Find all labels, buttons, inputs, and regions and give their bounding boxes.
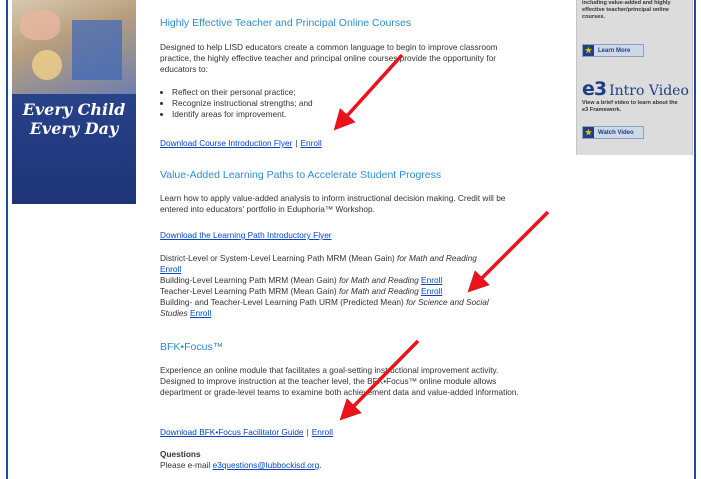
e3-intro-video-title: e3 Intro Video — [582, 78, 689, 100]
district-path-enroll-link[interactable]: Enroll — [160, 264, 181, 274]
courses-enroll-link[interactable]: Enroll — [301, 138, 322, 148]
e3-sidebar: including value-added and highly effecti… — [576, 0, 693, 155]
teacher-path-enroll-link[interactable]: Enroll — [421, 286, 442, 296]
download-course-flyer-link[interactable]: Download Course Introduction Flyer — [160, 138, 292, 148]
video-blurb: View a brief video to learn about the e3… — [582, 100, 678, 113]
e3-logo: e3 — [582, 78, 607, 100]
download-bfk-guide-link[interactable]: Download BFK•Focus Facilitator Guide — [160, 427, 304, 437]
sidebar-blurb: including value-added and highly effecti… — [582, 0, 671, 20]
link-separator: | — [306, 427, 309, 437]
questions-line: Please e-mail e3questions@lubbockisd.org… — [160, 460, 322, 470]
questions-email-link[interactable]: e3questions@lubbockisd.org — [213, 460, 320, 470]
courses-links-row: Download Course Introduction Flyer | Enrol… — [160, 138, 322, 149]
banner-line-2: Every Day — [29, 119, 119, 138]
learning-path-district: District-Level or System-Level Learning … — [160, 253, 477, 263]
watch-video-button[interactable]: ★ Watch Video — [582, 126, 644, 139]
intro-video-heading: Intro Video — [609, 83, 689, 99]
list-item: Recognize instructional strengths; and — [172, 98, 313, 109]
value-added-links-row: Download the Learning Path Introductory … — [160, 230, 332, 241]
learning-path-teacher: Teacher-Level Learning Path MRM (Mean Ga… — [160, 286, 443, 296]
list-item: Reflect on their personal practice; — [172, 87, 313, 98]
bfk-enroll-link[interactable]: Enroll — [312, 427, 333, 437]
star-icon: ★ — [583, 45, 594, 56]
courses-heading: Highly Effective Teacher and Principal O… — [160, 17, 412, 29]
download-learning-path-flyer-link[interactable]: Download the Learning Path Introductory … — [160, 230, 332, 240]
value-added-heading: Value-Added Learning Paths to Accelerate… — [160, 169, 442, 181]
star-icon: ★ — [583, 127, 594, 138]
questions-heading: Questions — [160, 449, 201, 459]
courses-intro: Designed to help LISD educators create a… — [160, 42, 498, 74]
page-frame-left — [6, 0, 8, 479]
bfk-focus-heading: BFK•Focus™ — [160, 341, 224, 353]
learning-path-district-enroll-row: Enroll — [160, 264, 181, 275]
learning-path-urm-enroll-row: Studies Enroll — [160, 308, 212, 318]
banner-photo — [12, 0, 136, 94]
bfk-links-row: Download BFK•Focus Facilitator Guide | Enr… — [160, 427, 333, 438]
link-separator: | — [295, 138, 298, 148]
value-added-intro: Learn how to apply value-added analysis … — [160, 193, 506, 214]
courses-bullet-list: Reflect on their personal practice; Reco… — [160, 87, 313, 120]
bfk-focus-intro: Experience an online module that facilit… — [160, 365, 519, 397]
urm-path-enroll-link[interactable]: Enroll — [190, 308, 211, 318]
every-child-banner: Every Child Every Day — [12, 0, 136, 204]
banner-slogan: Every Child Every Day — [12, 100, 136, 138]
learning-path-building: Building-Level Learning Path MRM (Mean G… — [160, 275, 443, 285]
page-frame-right — [694, 0, 696, 479]
building-path-enroll-link[interactable]: Enroll — [421, 275, 442, 285]
red-arrow-icon — [467, 210, 550, 293]
banner-line-1: Every Child — [22, 100, 126, 119]
learn-more-button[interactable]: ★ Learn More — [582, 44, 644, 57]
learning-path-urm: Building- and Teacher-Level Learning Pat… — [160, 297, 489, 307]
list-item: Identify areas for improvement. — [172, 109, 313, 120]
